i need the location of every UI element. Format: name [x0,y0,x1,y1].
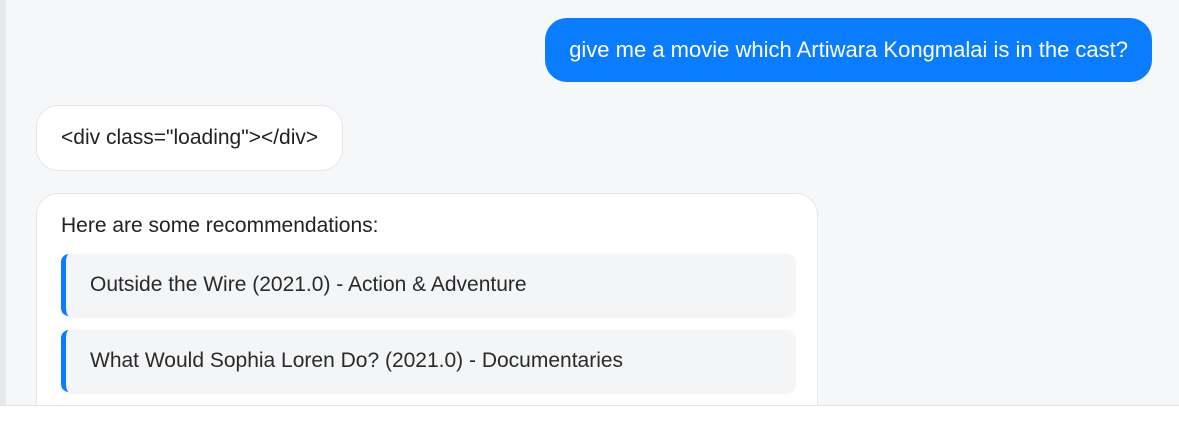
bot-recommendations-bubble: Here are some recommendations: Outside t… [36,193,818,405]
recommendations-intro-text: Here are some recommendations: [61,214,379,237]
recommendation-item[interactable]: What Would Sophia Loren Do? (2021.0) - D… [61,330,795,392]
user-message-bubble: give me a movie which Artiwara Kongmalai… [545,18,1152,82]
bot-loading-message-bubble: <div class="loading"></div> [36,105,344,171]
message-input-area[interactable] [0,405,1179,423]
recommendation-item[interactable]: Outside the Wire (2021.0) - Action & Adv… [61,254,795,316]
chat-messages-area[interactable]: give me a movie which Artiwara Kongmalai… [6,0,1179,405]
chat-page: give me a movie which Artiwara Kongmalai… [0,0,1179,423]
